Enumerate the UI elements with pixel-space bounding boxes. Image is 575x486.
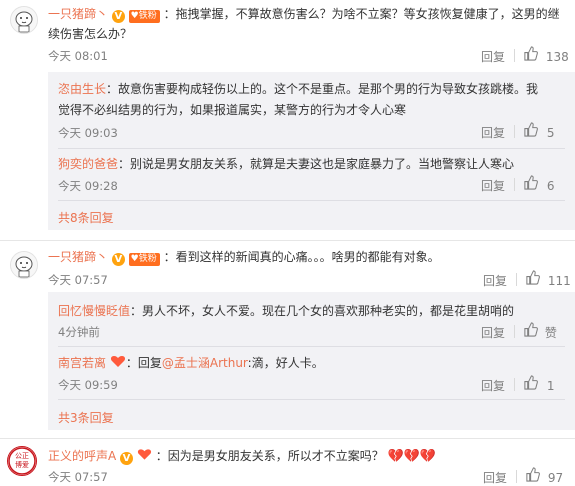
comment-time: 今天 08:01 (48, 49, 108, 63)
comment-time: 今天 07:57 (48, 273, 108, 287)
v-verified-icon: V (111, 10, 125, 23)
svg-text:博爱: 博爱 (15, 460, 29, 469)
heart-icon (110, 356, 125, 367)
fan-badge-icon: ♥铁粉 (128, 10, 160, 23)
comment-text: 正义的呼声A V ：因为是男女朋友关系，所以才不立案吗？ 💔💔💔 (48, 449, 437, 465)
like-count: 1 (546, 379, 555, 393)
like-button[interactable]: 138 (523, 46, 569, 64)
like-button[interactable]: 赞 (523, 322, 557, 341)
mention-link[interactable]: @孟士涵Arthur (162, 356, 248, 370)
reply-button[interactable]: 回复 (483, 272, 507, 289)
reply-text: 南宫若离 ：回复@孟士涵Arthur:滴，好人卡。 (58, 356, 324, 370)
reply-time: 今天 09:03 (58, 126, 118, 140)
comment-text: 一只猪蹄丶 V ♥铁粉 ：拖拽掌握，不算故意伤害么？为啥不立案？等女孩恢复健康了… (48, 7, 560, 23)
reply-text-line2: 觉得不必纠结男的行为，如果报道属实，某警方的行为才令人心寒 (58, 103, 407, 117)
svg-text:公正: 公正 (15, 452, 29, 460)
reply-button[interactable]: 回复 (481, 124, 505, 141)
reply-time: 今天 09:59 (58, 378, 118, 392)
username-link[interactable]: 一只猪蹄丶 (48, 7, 108, 21)
avatar[interactable]: 公正 博爱 (7, 446, 37, 476)
reply-button[interactable]: 回复 (483, 469, 507, 486)
thumb-up-icon (526, 270, 540, 285)
reply-button[interactable]: 回复 (481, 377, 505, 394)
fan-badge-icon: ♥铁粉 (128, 253, 160, 266)
avatar[interactable] (10, 6, 38, 34)
username-link[interactable]: 回忆慢慢眨值 (58, 304, 130, 318)
like-button[interactable]: 97 (525, 467, 563, 485)
thumb-up-icon (526, 467, 540, 482)
like-count: 97 (547, 471, 564, 485)
reply-button[interactable]: 回复 (481, 177, 505, 194)
username-link[interactable]: 正义的呼声A (48, 449, 116, 463)
like-count: 6 (546, 179, 555, 193)
heart-icon (137, 449, 151, 460)
avatar[interactable] (10, 251, 38, 279)
v-verified-icon: V (120, 452, 134, 465)
like-button[interactable]: 1 (523, 375, 554, 393)
reply-button[interactable]: 回复 (481, 324, 505, 341)
reply-time: 今天 09:28 (58, 179, 118, 193)
thumb-up-icon (524, 322, 538, 337)
like-count: 138 (545, 50, 569, 64)
reply-text: 恣由生长：故意伤害要构成轻伤以上的。这个不是重点。是那个男的行为导致女孩跳楼。我 (58, 82, 539, 96)
username-link[interactable]: 恣由生长 (58, 82, 106, 96)
thumb-up-icon (524, 122, 538, 137)
like-button[interactable]: 5 (523, 122, 554, 140)
comment-text-line2: 续伤害怎么办？ (48, 27, 133, 41)
username-link[interactable]: 一只猪蹄丶 (48, 250, 108, 264)
thumb-up-icon (524, 375, 538, 390)
reply-button[interactable]: 回复 (481, 48, 505, 65)
comment-text: 一只猪蹄丶 V ♥铁粉 ：看到这样的新闻真的心痛。。。啥男的都能有对象。 (48, 250, 440, 266)
seal-avatar-icon: 公正 博爱 (8, 447, 36, 475)
broken-heart-emoji-icon: 💔💔💔 (387, 449, 437, 464)
cartoon-avatar-icon (11, 252, 37, 278)
like-count: 5 (546, 126, 555, 140)
reply-text: 回忆慢慢眨值：男人不坏，女人不爱。现在几个女的喜欢那种老实的，都是花里胡哨的 (58, 304, 515, 318)
reply-time: 4分钟前 (58, 325, 100, 339)
more-replies-link[interactable]: 共3条回复 (58, 409, 114, 426)
like-button[interactable]: 111 (525, 270, 571, 288)
username-link[interactable]: 狗奕的爸爸 (58, 157, 118, 171)
like-button[interactable]: 6 (523, 175, 554, 193)
more-replies-link[interactable]: 共8条回复 (58, 209, 114, 226)
thumb-up-icon (524, 46, 538, 61)
like-count: 111 (547, 274, 571, 288)
thumb-up-icon (524, 175, 538, 190)
v-verified-icon: V (111, 253, 125, 266)
username-link[interactable]: 南宫若离 (58, 356, 106, 370)
like-label: 赞 (544, 326, 557, 340)
comment-time: 今天 07:57 (48, 470, 108, 484)
cartoon-avatar-icon (11, 7, 37, 33)
reply-text: 狗奕的爸爸：别说是男女朋友关系，就算是夫妻这也是家庭暴力了。当地警察让人寒心 (58, 157, 515, 171)
